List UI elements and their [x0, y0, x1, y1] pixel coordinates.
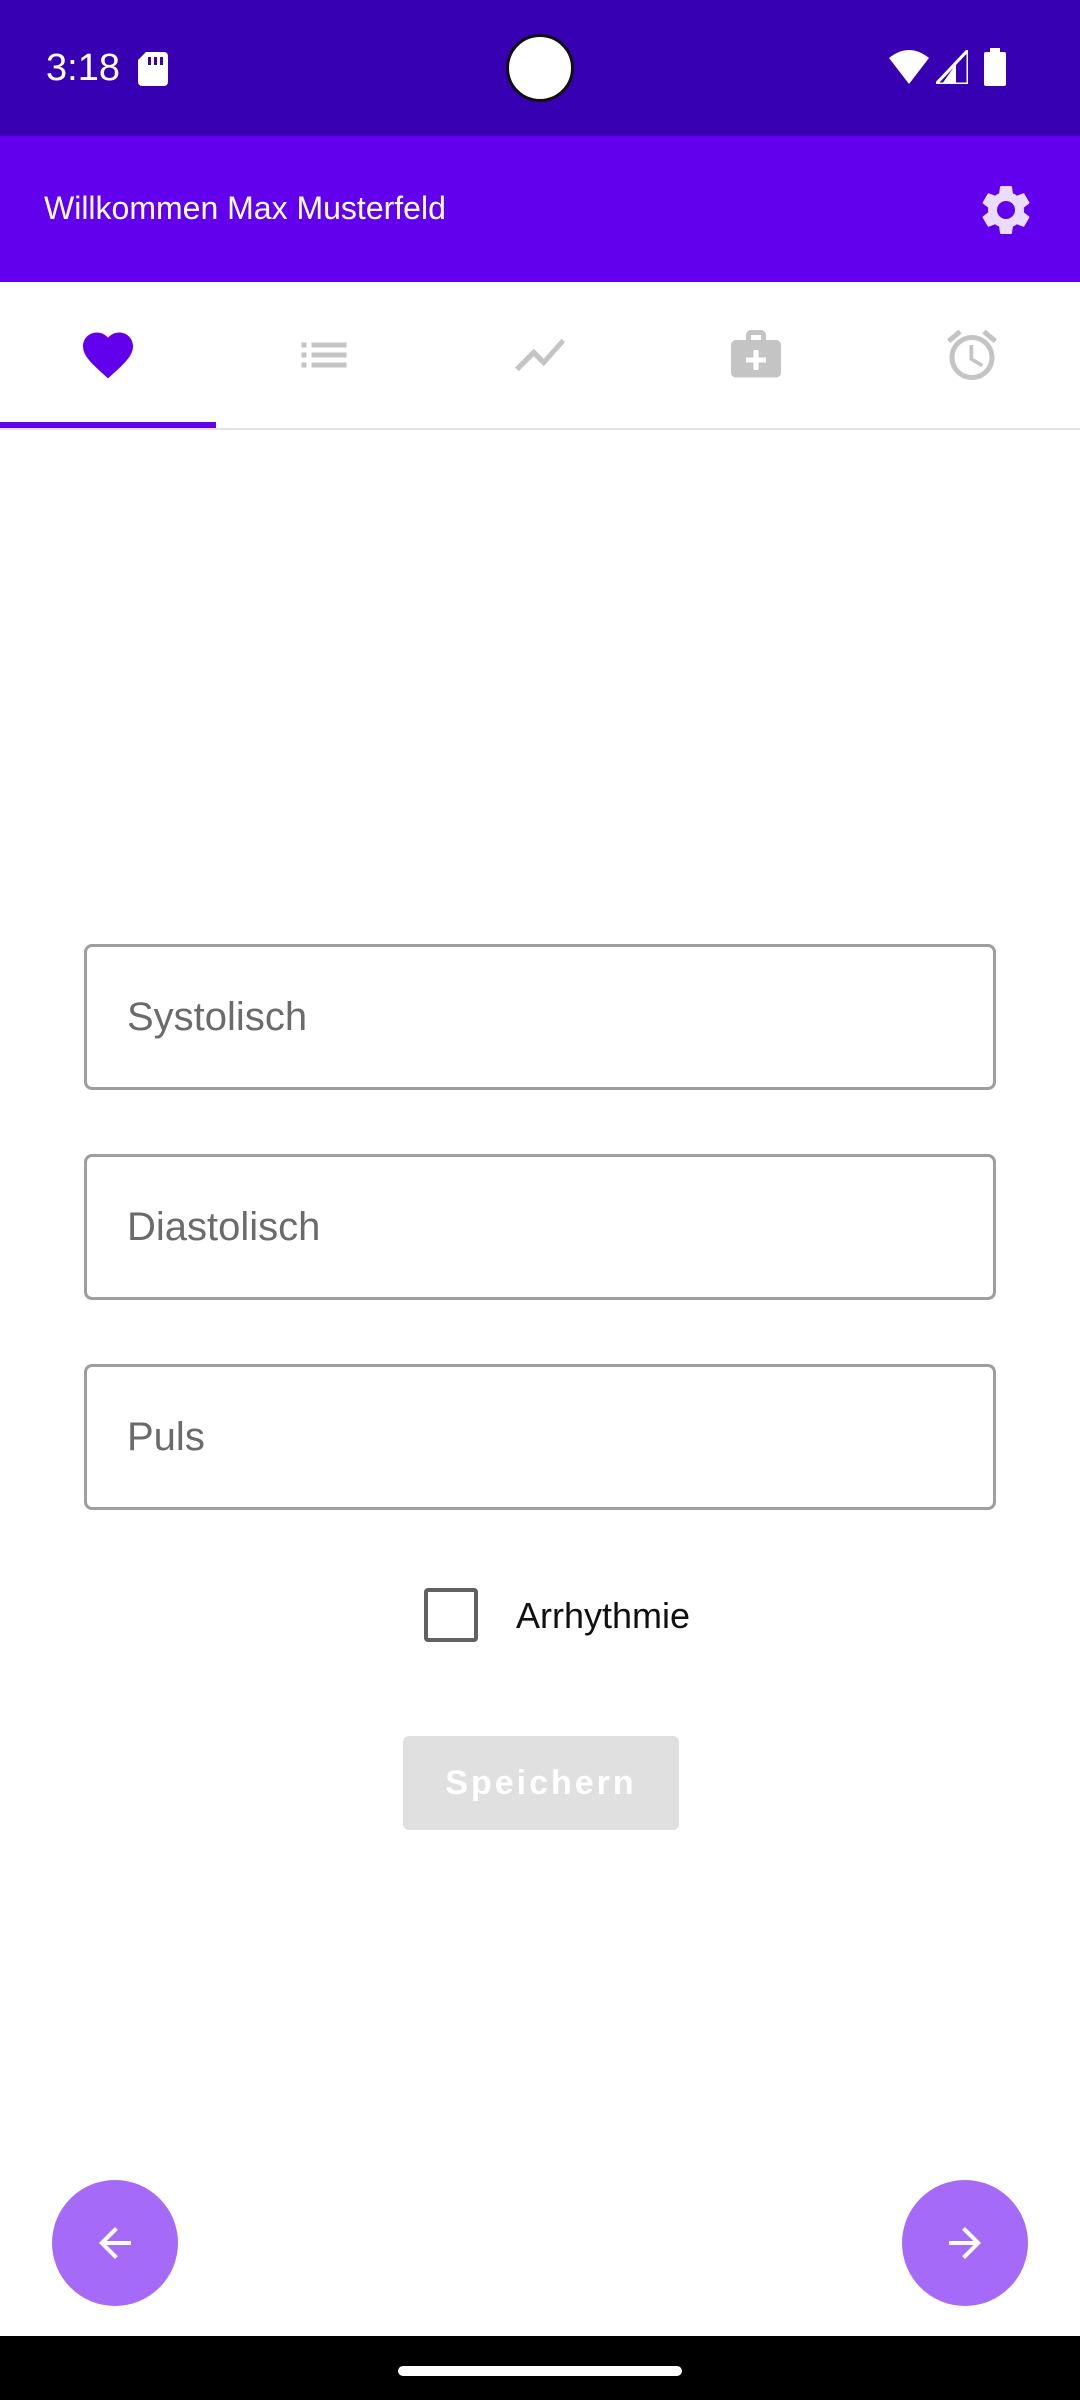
systolic-input[interactable]	[87, 947, 993, 1087]
status-time: 3:18	[46, 47, 120, 89]
wifi-icon	[889, 50, 929, 84]
pulse-input[interactable]	[87, 1367, 993, 1507]
status-bar: 3:18	[0, 0, 1080, 136]
trending-icon	[515, 338, 565, 372]
gear-icon[interactable]	[976, 180, 1036, 240]
tab-medication[interactable]	[648, 282, 864, 428]
diastolic-input[interactable]	[87, 1157, 993, 1297]
diastolic-field	[84, 1154, 996, 1300]
tab-indicator	[0, 422, 216, 428]
tab-reminders[interactable]	[864, 282, 1080, 428]
signal-icon	[936, 50, 968, 84]
tab-measurement[interactable]	[0, 282, 216, 428]
back-button[interactable]	[52, 2180, 178, 2306]
save-button[interactable]: Speichern	[403, 1736, 679, 1830]
arrhythmia-label: Arrhythmie	[516, 1595, 691, 1636]
pulse-field	[84, 1364, 996, 1510]
app-bar: Willkommen Max Musterfeld	[0, 136, 1080, 282]
tab-chart[interactable]	[432, 282, 648, 428]
app-title: Willkommen Max Musterfeld	[44, 190, 446, 226]
arrow-right-icon	[949, 2227, 981, 2259]
tab-list[interactable]	[216, 282, 432, 428]
systolic-field	[84, 944, 996, 1090]
sd-card-icon	[138, 52, 168, 86]
camera-cutout	[506, 34, 574, 102]
home-handle[interactable]	[398, 2366, 682, 2376]
system-nav-bar	[0, 2336, 1080, 2400]
arrow-left-icon	[99, 2227, 131, 2259]
tab-bar	[0, 282, 1080, 430]
battery-icon	[984, 48, 1006, 86]
list-icon	[301, 342, 347, 368]
arrhythmia-row: Arrhythmie	[424, 1588, 724, 1644]
alarm-icon	[947, 329, 997, 380]
forward-button[interactable]	[902, 2180, 1028, 2306]
medical-bag-icon	[731, 330, 781, 378]
arrhythmia-checkbox[interactable]	[424, 1588, 478, 1642]
heart-icon	[83, 332, 133, 379]
